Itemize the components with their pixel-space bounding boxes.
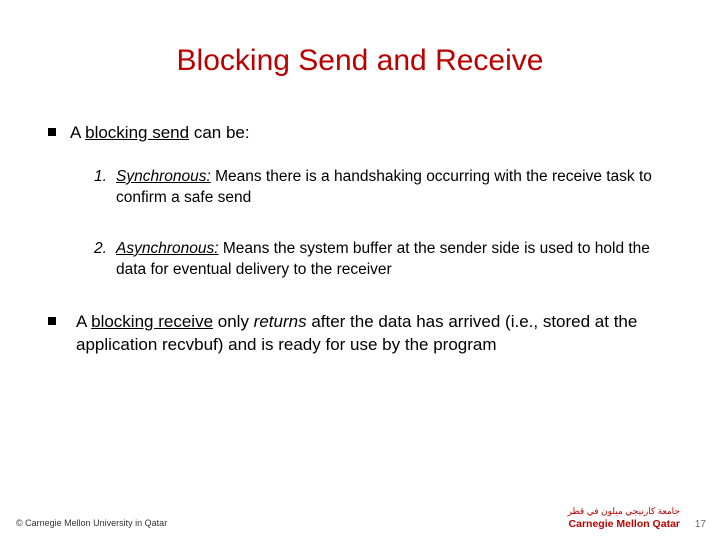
synchronous-head: Synchronous: [116, 168, 211, 185]
bullet2-key: blocking receive [91, 312, 213, 331]
bullet1-post: can be: [189, 123, 250, 142]
bullet1-key: blocking send [85, 123, 189, 142]
bullet-blocking-receive: A blocking receive only returns after th… [48, 311, 680, 357]
slide-title: Blocking Send and Receive [0, 0, 720, 78]
numbered-asynchronous: 2. Asynchronous: Means the system buffer… [94, 239, 680, 281]
logo-english-text: Carnegie Mellon Qatar [530, 518, 680, 530]
cmu-qatar-logo: جامعة كارنيجي ميلون في قطر Carnegie Mell… [530, 506, 680, 530]
page-number: 17 [695, 519, 706, 530]
bullet2-pre: A [76, 312, 91, 331]
footer: © Carnegie Mellon University in Qatar جا… [0, 492, 720, 540]
copyright-text: © Carnegie Mellon University in Qatar [16, 518, 167, 528]
bullet1-pre: A [70, 123, 85, 142]
asynchronous-head: Asynchronous: [116, 240, 219, 257]
logo-arabic-text: جامعة كارنيجي ميلون في قطر [530, 506, 680, 517]
numbered-synchronous: 1. Synchronous: Means there is a handsha… [94, 167, 680, 209]
bullet2-ital: returns [254, 312, 307, 331]
slide-body: A blocking send can be: 1. Synchronous: … [0, 78, 720, 357]
bullet2-mid1: only [213, 312, 254, 331]
bullet-blocking-send: A blocking send can be: 1. Synchronous: … [48, 122, 680, 281]
num-2: 2. [94, 239, 107, 260]
num-1: 1. [94, 167, 107, 188]
